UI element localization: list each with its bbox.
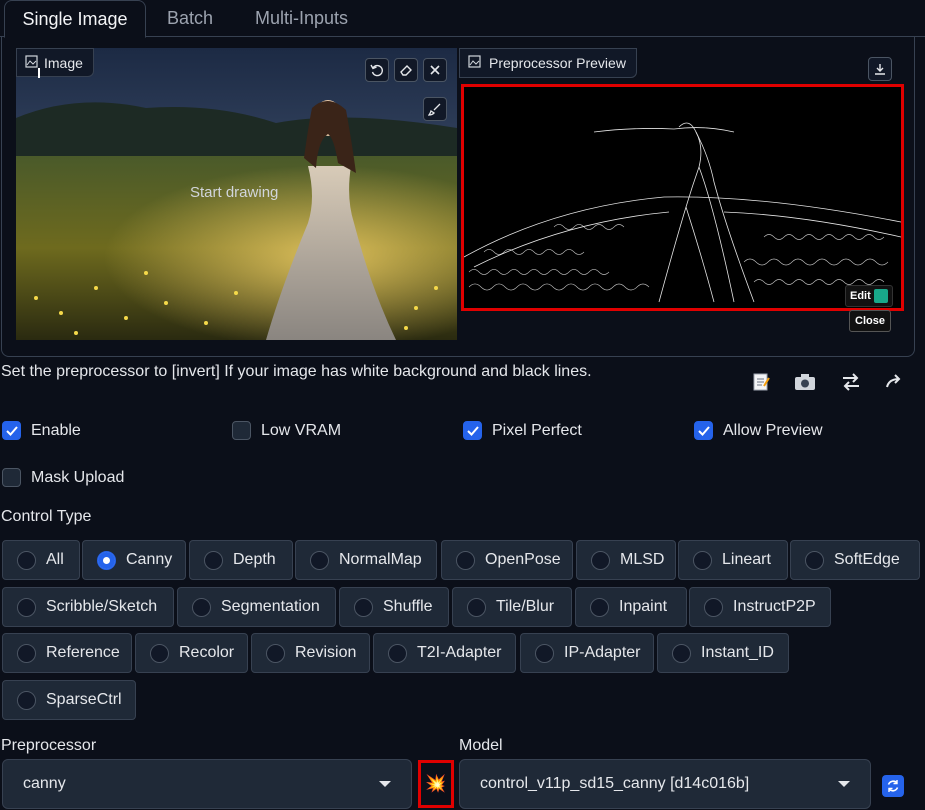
radio-instructp2p[interactable]: InstructP2P	[689, 587, 831, 627]
swap-icon[interactable]	[838, 370, 864, 394]
preprocessor-label: Preprocessor	[1, 737, 97, 754]
image-icon	[25, 54, 38, 71]
radio-canny[interactable]: Canny	[82, 540, 186, 580]
canny-edge-map	[464, 122, 901, 303]
undo-icon[interactable]	[365, 58, 389, 82]
radio-softedge[interactable]: SoftEdge	[790, 540, 920, 580]
radio-sparsectrl[interactable]: SparseCtrl	[2, 680, 136, 720]
photopea-icon	[873, 289, 888, 303]
tab-multi-inputs[interactable]: Multi-Inputs	[243, 0, 360, 37]
radio-lineart[interactable]: Lineart	[678, 540, 788, 580]
check-icon	[2, 421, 21, 440]
radio-scribble-sketch[interactable]: Scribble/Sketch	[2, 587, 174, 627]
image-label-text: Image	[44, 54, 83, 71]
radio-inpaint[interactable]: Inpaint	[575, 587, 687, 627]
enable-checkbox[interactable]: Enable	[2, 421, 81, 440]
radio-recolor[interactable]: Recolor	[135, 633, 248, 673]
enable-label: Enable	[31, 421, 81, 439]
notepad-icon[interactable]	[748, 370, 774, 394]
tab-bar: Single Image Batch Multi-Inputs	[0, 0, 925, 38]
radio-tile-blur[interactable]: Tile/Blur	[452, 587, 572, 627]
pixel-perfect-checkbox[interactable]: Pixel Perfect	[463, 421, 582, 440]
close-icon[interactable]	[423, 58, 447, 82]
control-type-label: Control Type	[1, 508, 92, 525]
mask-upload-label: Mask Upload	[31, 468, 125, 486]
eraser-icon[interactable]	[394, 58, 418, 82]
radio-instant-id[interactable]: Instant_ID	[657, 633, 789, 673]
invert-hint: Set the preprocessor to [invert] If your…	[1, 363, 592, 380]
send-dimensions-icon[interactable]	[882, 370, 908, 394]
mask-upload-checkbox[interactable]: Mask Upload	[2, 468, 124, 487]
pixel-perfect-label: Pixel Perfect	[492, 421, 582, 439]
model-value: control_v11p_sd15_canny [d14c016b]	[480, 775, 750, 792]
radio-openpose[interactable]: OpenPose	[441, 540, 573, 580]
model-label: Model	[459, 737, 503, 754]
radio-mlsd[interactable]: MLSD	[576, 540, 676, 580]
check-icon	[694, 421, 713, 440]
text-cursor	[38, 68, 40, 78]
download-icon[interactable]	[868, 57, 892, 81]
run-preprocessor-button[interactable]: 💥	[418, 760, 454, 808]
check-icon	[463, 421, 482, 440]
start-drawing-overlay: Start drawing	[190, 184, 279, 201]
radio-shuffle[interactable]: Shuffle	[339, 587, 449, 627]
radio-ip-adapter[interactable]: IP-Adapter	[520, 633, 654, 673]
edit-button[interactable]: Edit	[845, 285, 893, 307]
chevron-down-icon	[379, 781, 391, 787]
preprocessor-value: canny	[23, 775, 66, 792]
radio-depth[interactable]: Depth	[189, 540, 293, 580]
model-select[interactable]: control_v11p_sd15_canny [d14c016b]	[459, 759, 871, 809]
brush-icon[interactable]	[423, 97, 447, 121]
tab-single-image[interactable]: Single Image	[4, 0, 146, 38]
preprocessor-preview-label: Preprocessor Preview	[459, 48, 637, 78]
edit-label: Edit	[850, 290, 871, 302]
allow-preview-label: Allow Preview	[723, 421, 823, 439]
refresh-models-icon[interactable]	[882, 775, 904, 797]
radio-revision[interactable]: Revision	[251, 633, 370, 673]
tab-batch[interactable]: Batch	[155, 0, 225, 37]
radio-reference[interactable]: Reference	[2, 633, 132, 673]
radio-all[interactable]: All	[2, 540, 80, 580]
camera-icon[interactable]	[792, 370, 818, 394]
low-vram-label: Low VRAM	[261, 421, 342, 439]
preprocessor-preview-image	[461, 84, 904, 311]
radio-normalmap[interactable]: NormalMap	[295, 540, 437, 580]
image-label: Image	[16, 48, 94, 77]
image-icon	[468, 55, 481, 71]
low-vram-checkbox[interactable]: Low VRAM	[232, 421, 341, 440]
explosion-icon: 💥	[425, 774, 447, 793]
radio-t2i-adapter[interactable]: T2I-Adapter	[373, 633, 516, 673]
close-preview-button[interactable]: Close	[849, 310, 891, 332]
preprocessor-select[interactable]: canny	[2, 759, 412, 809]
allow-preview-checkbox[interactable]: Allow Preview	[694, 421, 823, 440]
radio-segmentation[interactable]: Segmentation	[177, 587, 336, 627]
chevron-down-icon	[838, 781, 850, 787]
preview-label-text: Preprocessor Preview	[489, 55, 626, 71]
